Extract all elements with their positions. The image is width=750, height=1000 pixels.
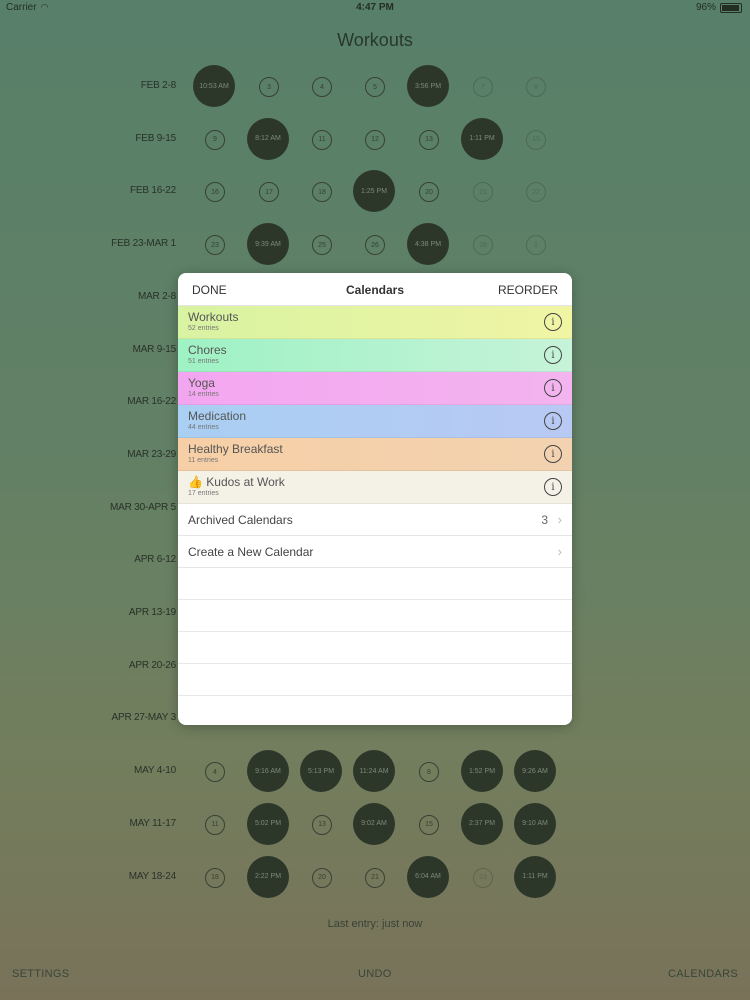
create-calendar-row[interactable]: Create a New Calendar ›	[178, 536, 572, 568]
calendar-row[interactable]: Workouts 52 entries i	[178, 306, 572, 339]
calendar-name: Yoga	[188, 376, 215, 390]
calendars-popover: DONE Calendars REORDER Workouts 52 entrie…	[178, 273, 572, 725]
archived-calendars-row[interactable]: Archived Calendars 3 ›	[178, 504, 572, 536]
calendar-row[interactable]: Medication 44 entries i	[178, 405, 572, 438]
info-icon[interactable]: i	[544, 445, 562, 463]
empty-row	[178, 568, 572, 600]
calendar-entry-count: 52 entries	[188, 325, 219, 332]
calendar-entry-count: 11 entries	[188, 457, 219, 464]
calendar-name: Healthy Breakfast	[188, 442, 283, 456]
calendar-row[interactable]: Chores 51 entries i	[178, 339, 572, 372]
calendar-entry-count: 17 entries	[188, 490, 219, 497]
info-icon[interactable]: i	[544, 379, 562, 397]
chevron-right-icon: ›	[557, 544, 562, 559]
calendar-row[interactable]: Healthy Breakfast 11 entries i	[178, 438, 572, 471]
archived-calendars-count: 3	[541, 513, 548, 527]
calendar-name: Workouts	[188, 310, 239, 324]
empty-row	[178, 632, 572, 664]
info-icon[interactable]: i	[544, 313, 562, 331]
calendar-entry-count: 51 entries	[188, 358, 219, 365]
calendar-row[interactable]: Yoga 14 entries i	[178, 372, 572, 405]
empty-row	[178, 664, 572, 696]
info-icon[interactable]: i	[544, 478, 562, 496]
calendar-name: Medication	[188, 409, 247, 423]
chevron-right-icon: ›	[557, 512, 562, 527]
archived-calendars-label: Archived Calendars	[188, 513, 293, 527]
reorder-button[interactable]: REORDER	[498, 283, 558, 297]
calendar-row[interactable]: 👍 Kudos at Work 17 entries i	[178, 471, 572, 504]
empty-row	[178, 600, 572, 632]
calendar-name: Chores	[188, 343, 227, 357]
popover-header: DONE Calendars REORDER	[178, 273, 572, 306]
calendar-entry-count: 14 entries	[188, 391, 219, 398]
info-icon[interactable]: i	[544, 412, 562, 430]
info-icon[interactable]: i	[544, 346, 562, 364]
calendar-list: Workouts 52 entries i Chores 51 entries i Yoga…	[178, 306, 572, 504]
calendar-entry-count: 44 entries	[188, 424, 219, 431]
calendar-name: 👍 Kudos at Work	[188, 475, 285, 489]
create-calendar-label: Create a New Calendar	[188, 545, 314, 559]
